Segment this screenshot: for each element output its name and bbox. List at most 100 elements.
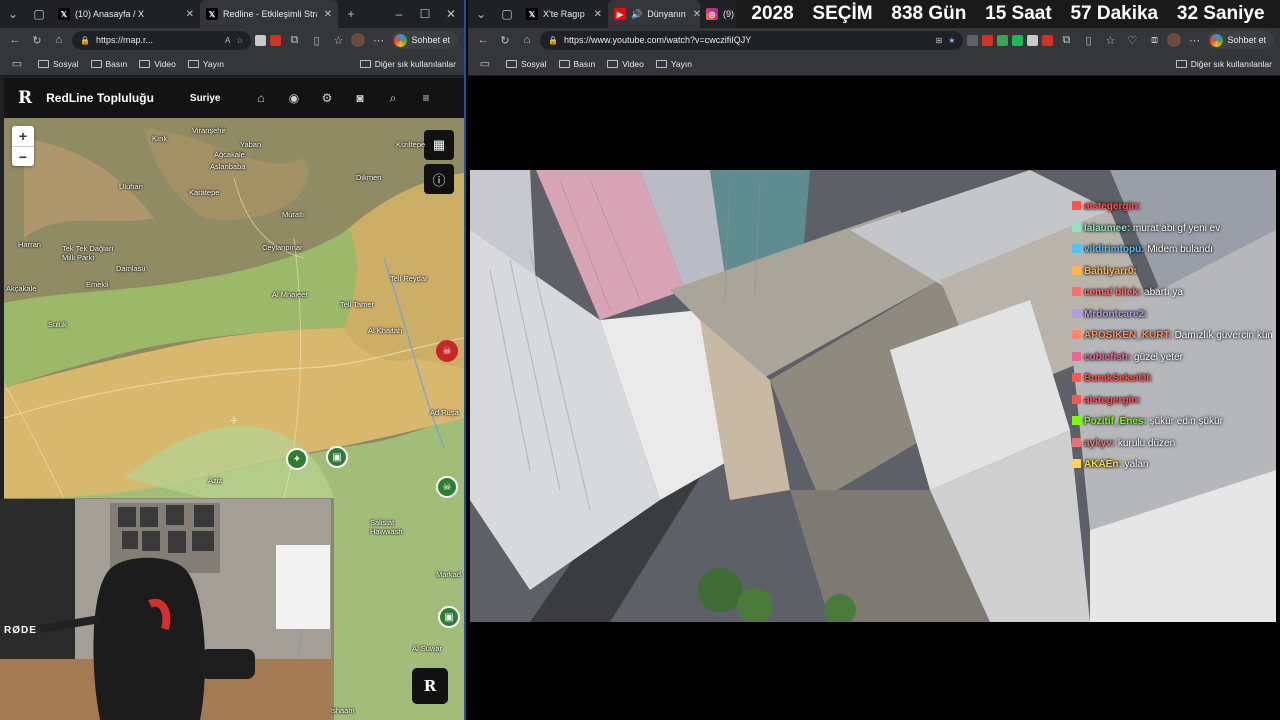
chat-button[interactable]: Sohbet et bbox=[391, 31, 458, 49]
split-view-icon[interactable]: ▯ bbox=[1079, 34, 1097, 47]
chat-username[interactable]: APOSIKEN_KURT: bbox=[1084, 330, 1172, 341]
extension-icon[interactable] bbox=[1027, 34, 1039, 46]
bookmark-menu-icon[interactable]: ▭ bbox=[8, 57, 26, 70]
tab-redline[interactable]: 𝕏 Redline - Etkileşimli Strateji ✕ bbox=[200, 0, 338, 28]
home-icon[interactable]: ⌂ bbox=[518, 34, 536, 46]
close-icon[interactable]: ✕ bbox=[594, 9, 602, 20]
site-title[interactable]: RedLine Topluluğu bbox=[46, 91, 154, 105]
tab-instagram[interactable]: ◎ (9) bbox=[700, 0, 740, 28]
extension-icon[interactable] bbox=[1042, 34, 1054, 46]
avatar[interactable] bbox=[351, 33, 366, 47]
extension-icon[interactable] bbox=[997, 34, 1009, 46]
extensions-puzzle-icon[interactable]: ⧉ bbox=[1057, 34, 1075, 47]
site-logo[interactable]: R bbox=[18, 88, 32, 108]
more-menu-icon[interactable]: ⋯ bbox=[369, 34, 387, 47]
back-icon[interactable]: ← bbox=[6, 34, 24, 46]
address-bar[interactable]: 🔒 https://map.r... A ☆ bbox=[72, 30, 252, 50]
bookmark-folder-yayin[interactable]: Yayın bbox=[655, 59, 692, 69]
chat-username[interactable]: Mrdontcare2: bbox=[1084, 309, 1147, 320]
region-selector[interactable]: Suriye bbox=[190, 93, 221, 104]
chat-username[interactable]: cubicfish: bbox=[1084, 352, 1131, 363]
chat-button[interactable]: Sohbet et bbox=[1207, 31, 1274, 49]
bookmark-folder-video[interactable]: Video bbox=[607, 59, 644, 69]
workspaces-icon[interactable]: ▢ bbox=[494, 7, 520, 21]
camera-icon[interactable]: ◙ bbox=[343, 91, 376, 105]
reload-icon[interactable]: ↻ bbox=[28, 34, 46, 47]
new-tab-icon[interactable]: + bbox=[338, 7, 364, 21]
zoom-out-button[interactable]: − bbox=[12, 146, 34, 166]
other-bookmarks[interactable]: Diğer sık kullanılanlar bbox=[1175, 59, 1272, 69]
tab-search-icon[interactable]: ⌄ bbox=[0, 7, 26, 21]
app-install-icon[interactable]: ⊞ bbox=[936, 36, 943, 45]
workspaces-icon[interactable]: ▢ bbox=[26, 7, 52, 21]
avatar[interactable] bbox=[1167, 33, 1182, 47]
maximize-icon[interactable]: ☐ bbox=[412, 7, 438, 21]
tag-icon[interactable]: ⌂ bbox=[244, 91, 277, 105]
location-pin-icon[interactable]: ◉ bbox=[277, 91, 310, 105]
extension-icon[interactable] bbox=[255, 34, 267, 46]
friendly-unit-marker[interactable]: ✦ bbox=[286, 448, 308, 470]
hamburger-menu-icon[interactable]: ≡ bbox=[409, 91, 442, 105]
tab-search-icon[interactable]: ⌄ bbox=[468, 7, 494, 21]
favorites-icon[interactable]: ☆ bbox=[1101, 34, 1119, 47]
tab-youtube[interactable]: ▶ 🔊 Dünyanın ✕ bbox=[608, 0, 700, 28]
close-icon[interactable]: ✕ bbox=[186, 9, 194, 20]
zoom-in-button[interactable]: + bbox=[12, 126, 34, 146]
map-layers-button[interactable]: ▦ bbox=[424, 130, 454, 160]
collections-icon[interactable]: ⧈ bbox=[1145, 34, 1163, 47]
chat-username[interactable]: Pozitif_Enes: bbox=[1084, 416, 1147, 427]
extension-icon[interactable] bbox=[1012, 34, 1024, 46]
tab-anasayfa[interactable]: 𝕏 (10) Anasayfa / X ✕ bbox=[52, 0, 200, 28]
extension-icon[interactable] bbox=[982, 34, 994, 46]
minimize-icon[interactable]: – bbox=[386, 7, 412, 21]
address-bar[interactable]: 🔒 https://www.youtube.com/watch?v=cwczif… bbox=[540, 30, 964, 50]
vehicle-marker[interactable]: ▣ bbox=[438, 606, 460, 628]
star-filled-icon[interactable]: ★ bbox=[948, 36, 955, 45]
extension-icon[interactable] bbox=[270, 34, 282, 46]
reload-icon[interactable]: ↻ bbox=[496, 34, 514, 47]
map-place-label: Tek Tek Dağları Milli Parkı bbox=[62, 244, 114, 262]
chat-username[interactable]: aistegergin: bbox=[1084, 395, 1141, 406]
redline-badge[interactable]: R bbox=[412, 668, 448, 704]
back-icon[interactable]: ← bbox=[474, 34, 492, 46]
vehicle-marker[interactable]: ▣ bbox=[326, 446, 348, 468]
bookmark-folder-basin[interactable]: Basın bbox=[90, 59, 127, 69]
favorites-icon[interactable]: ☆ bbox=[329, 34, 347, 47]
bookmark-folder-video[interactable]: Video bbox=[139, 59, 176, 69]
search-icon[interactable]: ⌕ bbox=[376, 91, 409, 106]
chat-text: güzel yeter bbox=[1134, 351, 1183, 363]
bookmark-folder-basin[interactable]: Basın bbox=[558, 59, 595, 69]
chat-username[interactable]: aistegergin: bbox=[1084, 201, 1141, 212]
translate-icon[interactable]: A bbox=[225, 36, 230, 45]
settings-gear-icon[interactable]: ⚙ bbox=[310, 91, 343, 105]
more-menu-icon[interactable]: ⋯ bbox=[1185, 34, 1203, 47]
chat-username[interactable]: aykyv: bbox=[1084, 438, 1115, 449]
speaker-icon[interactable]: 🔊 bbox=[631, 9, 642, 20]
chat-username[interactable]: vildirimtopu: bbox=[1084, 244, 1145, 255]
close-icon[interactable]: ✕ bbox=[693, 9, 700, 20]
close-window-icon[interactable]: ✕ bbox=[438, 7, 464, 21]
split-view-icon[interactable]: ▯ bbox=[307, 34, 325, 47]
bookmark-folder-sosyal[interactable]: Sosyal bbox=[506, 59, 547, 69]
chat-badge-icon bbox=[1072, 416, 1081, 425]
chat-username[interactable]: Bahtiyarr0: bbox=[1084, 266, 1137, 277]
map-info-button[interactable]: ⓘ bbox=[424, 164, 454, 194]
bookmark-menu-icon[interactable]: ▭ bbox=[476, 57, 494, 70]
bookmark-folder-yayin[interactable]: Yayın bbox=[187, 59, 224, 69]
chat-username[interactable]: AKAEn: bbox=[1084, 459, 1122, 470]
hostile-unit-marker[interactable]: ☠ bbox=[436, 476, 458, 498]
other-bookmarks[interactable]: Diğer sık kullanılanlar bbox=[359, 59, 456, 69]
home-icon[interactable]: ⌂ bbox=[50, 34, 68, 46]
close-icon[interactable]: ✕ bbox=[324, 9, 332, 20]
tab-x-profile[interactable]: 𝕏 X'te Ragıp Soy ✕ bbox=[520, 0, 608, 28]
bookmark-folder-sosyal[interactable]: Sosyal bbox=[38, 59, 79, 69]
extensions-puzzle-icon[interactable]: ⧉ bbox=[285, 34, 303, 47]
extension-icon[interactable] bbox=[967, 34, 979, 46]
map-place-label: Ceylanpınar bbox=[262, 243, 303, 252]
chat-username[interactable]: BurakSeksiOl: bbox=[1084, 373, 1152, 384]
chat-username[interactable]: lalaumee: bbox=[1084, 223, 1130, 234]
heart-icon[interactable]: ♡ bbox=[1123, 34, 1141, 47]
chat-username[interactable]: cemal bilek: bbox=[1084, 287, 1141, 298]
star-icon[interactable]: ☆ bbox=[236, 36, 243, 45]
hostile-unit-marker[interactable]: ☠ bbox=[436, 340, 458, 362]
